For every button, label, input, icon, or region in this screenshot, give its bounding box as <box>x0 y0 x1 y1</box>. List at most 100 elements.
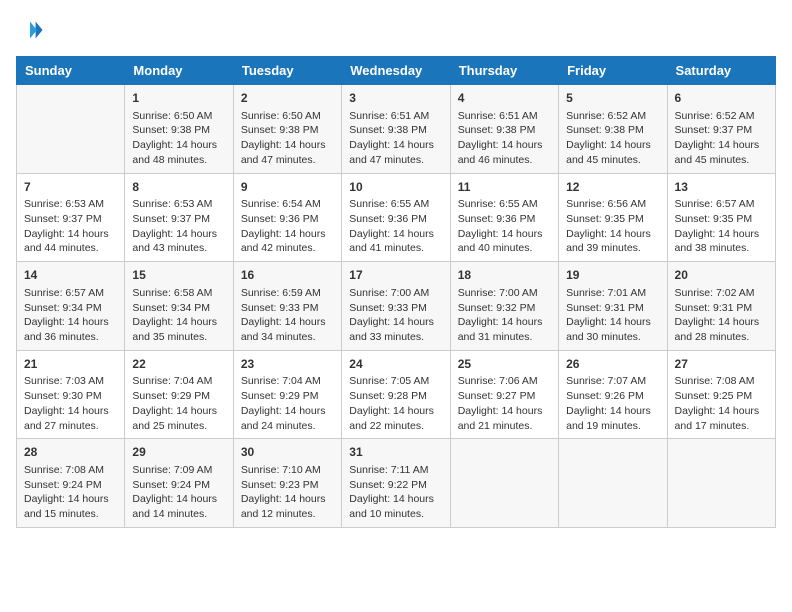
page-header <box>16 16 776 44</box>
cell-content: Sunrise: 7:05 AM Sunset: 9:28 PM Dayligh… <box>349 374 442 433</box>
day-number: 17 <box>349 267 442 284</box>
day-number: 10 <box>349 179 442 196</box>
day-of-week-header: Saturday <box>667 57 775 85</box>
calendar-cell: 24Sunrise: 7:05 AM Sunset: 9:28 PM Dayli… <box>342 350 450 439</box>
day-number: 24 <box>349 356 442 373</box>
day-number: 19 <box>566 267 659 284</box>
cell-content: Sunrise: 6:59 AM Sunset: 9:33 PM Dayligh… <box>241 286 334 345</box>
cell-content: Sunrise: 7:07 AM Sunset: 9:26 PM Dayligh… <box>566 374 659 433</box>
cell-content: Sunrise: 7:10 AM Sunset: 9:23 PM Dayligh… <box>241 463 334 522</box>
day-number: 9 <box>241 179 334 196</box>
day-number: 16 <box>241 267 334 284</box>
day-number: 6 <box>675 90 768 107</box>
calendar-cell <box>559 439 667 528</box>
calendar-cell: 7Sunrise: 6:53 AM Sunset: 9:37 PM Daylig… <box>17 173 125 262</box>
calendar-cell <box>450 439 558 528</box>
day-number: 20 <box>675 267 768 284</box>
calendar-cell: 29 Sunrise: 7:09 AM Sunset: 9:24 PM Dayli… <box>125 439 233 528</box>
day-number: 11 <box>458 179 551 196</box>
day-number: 2 <box>241 90 334 107</box>
day-number: 5 <box>566 90 659 107</box>
cell-content: Sunrise: 6:56 AM Sunset: 9:35 PM Dayligh… <box>566 197 659 256</box>
calendar-cell: 3 Sunrise: 6:51 AM Sunset: 9:38 PM Daylig… <box>342 85 450 174</box>
calendar-cell: 10Sunrise: 6:55 AM Sunset: 9:36 PM Dayli… <box>342 173 450 262</box>
calendar-cell: 5 Sunrise: 6:52 AM Sunset: 9:38 PM Daylig… <box>559 85 667 174</box>
day-number: 21 <box>24 356 117 373</box>
cell-content: Sunrise: 7:08 AM Sunset: 9:25 PM Dayligh… <box>675 374 768 433</box>
calendar-cell: 6Sunrise: 6:52 AM Sunset: 9:37 PM Daylig… <box>667 85 775 174</box>
cell-content: Sunrise: 6:53 AM Sunset: 9:37 PM Dayligh… <box>24 197 117 256</box>
calendar-cell: 17 Sunrise: 7:00 AM Sunset: 9:33 PM Dayli… <box>342 262 450 351</box>
day-of-week-header: Friday <box>559 57 667 85</box>
cell-content: Sunrise: 7:03 AM Sunset: 9:30 PM Dayligh… <box>24 374 117 433</box>
calendar-cell: 15Sunrise: 6:58 AM Sunset: 9:34 PM Dayli… <box>125 262 233 351</box>
logo <box>16 16 48 44</box>
cell-content: Sunrise: 6:50 AM Sunset: 9:38 PM Dayligh… <box>241 109 334 168</box>
day-number: 1 <box>132 90 225 107</box>
calendar-cell: 27Sunrise: 7:08 AM Sunset: 9:25 PM Dayli… <box>667 350 775 439</box>
calendar-cell: 23Sunrise: 7:04 AM Sunset: 9:29 PM Dayli… <box>233 350 341 439</box>
day-of-week-header: Sunday <box>17 57 125 85</box>
logo-icon <box>16 16 44 44</box>
day-number: 14 <box>24 267 117 284</box>
cell-content: Sunrise: 7:09 AM Sunset: 9:24 PM Dayligh… <box>132 463 225 522</box>
calendar-cell: 31 Sunrise: 7:11 AM Sunset: 9:22 PM Dayli… <box>342 439 450 528</box>
cell-content: Sunrise: 7:02 AM Sunset: 9:31 PM Dayligh… <box>675 286 768 345</box>
cell-content: Sunrise: 7:11 AM Sunset: 9:22 PM Dayligh… <box>349 463 442 522</box>
day-number: 31 <box>349 444 442 461</box>
cell-content: Sunrise: 6:50 AM Sunset: 9:38 PM Dayligh… <box>132 109 225 168</box>
cell-content: Sunrise: 6:54 AM Sunset: 9:36 PM Dayligh… <box>241 197 334 256</box>
calendar-cell <box>667 439 775 528</box>
calendar-cell: 28Sunrise: 7:08 AM Sunset: 9:24 PM Dayli… <box>17 439 125 528</box>
cell-content: Sunrise: 6:51 AM Sunset: 9:38 PM Dayligh… <box>458 109 551 168</box>
day-number: 3 <box>349 90 442 107</box>
day-of-week-header: Monday <box>125 57 233 85</box>
calendar-cell: 11Sunrise: 6:55 AM Sunset: 9:36 PM Dayli… <box>450 173 558 262</box>
calendar-cell: 19 Sunrise: 7:01 AM Sunset: 9:31 PM Dayli… <box>559 262 667 351</box>
day-number: 13 <box>675 179 768 196</box>
cell-content: Sunrise: 6:57 AM Sunset: 9:34 PM Dayligh… <box>24 286 117 345</box>
cell-content: Sunrise: 6:53 AM Sunset: 9:37 PM Dayligh… <box>132 197 225 256</box>
calendar-cell: 20 Sunrise: 7:02 AM Sunset: 9:31 PM Dayli… <box>667 262 775 351</box>
day-number: 23 <box>241 356 334 373</box>
calendar-cell: 13Sunrise: 6:57 AM Sunset: 9:35 PM Dayli… <box>667 173 775 262</box>
calendar-table: SundayMondayTuesdayWednesdayThursdayFrid… <box>16 56 776 528</box>
calendar-cell: 30Sunrise: 7:10 AM Sunset: 9:23 PM Dayli… <box>233 439 341 528</box>
calendar-week-row: 14 Sunrise: 6:57 AM Sunset: 9:34 PM Dayli… <box>17 262 776 351</box>
calendar-cell: 25Sunrise: 7:06 AM Sunset: 9:27 PM Dayli… <box>450 350 558 439</box>
day-number: 8 <box>132 179 225 196</box>
cell-content: Sunrise: 6:51 AM Sunset: 9:38 PM Dayligh… <box>349 109 442 168</box>
cell-content: Sunrise: 6:55 AM Sunset: 9:36 PM Dayligh… <box>349 197 442 256</box>
calendar-cell: 2 Sunrise: 6:50 AM Sunset: 9:38 PM Daylig… <box>233 85 341 174</box>
day-of-week-header: Thursday <box>450 57 558 85</box>
day-number: 15 <box>132 267 225 284</box>
day-number: 27 <box>675 356 768 373</box>
calendar-cell: 18Sunrise: 7:00 AM Sunset: 9:32 PM Dayli… <box>450 262 558 351</box>
calendar-cell: 22Sunrise: 7:04 AM Sunset: 9:29 PM Dayli… <box>125 350 233 439</box>
calendar-cell: 4Sunrise: 6:51 AM Sunset: 9:38 PM Daylig… <box>450 85 558 174</box>
calendar-cell: 21Sunrise: 7:03 AM Sunset: 9:30 PM Dayli… <box>17 350 125 439</box>
calendar-week-row: 21Sunrise: 7:03 AM Sunset: 9:30 PM Dayli… <box>17 350 776 439</box>
day-number: 26 <box>566 356 659 373</box>
calendar-week-row: 1 Sunrise: 6:50 AM Sunset: 9:38 PM Daylig… <box>17 85 776 174</box>
cell-content: Sunrise: 7:01 AM Sunset: 9:31 PM Dayligh… <box>566 286 659 345</box>
calendar-week-row: 28Sunrise: 7:08 AM Sunset: 9:24 PM Dayli… <box>17 439 776 528</box>
calendar-cell <box>17 85 125 174</box>
cell-content: Sunrise: 6:55 AM Sunset: 9:36 PM Dayligh… <box>458 197 551 256</box>
cell-content: Sunrise: 7:00 AM Sunset: 9:33 PM Dayligh… <box>349 286 442 345</box>
day-number: 29 <box>132 444 225 461</box>
cell-content: Sunrise: 7:08 AM Sunset: 9:24 PM Dayligh… <box>24 463 117 522</box>
calendar-header-row: SundayMondayTuesdayWednesdayThursdayFrid… <box>17 57 776 85</box>
cell-content: Sunrise: 7:04 AM Sunset: 9:29 PM Dayligh… <box>241 374 334 433</box>
calendar-cell: 16 Sunrise: 6:59 AM Sunset: 9:33 PM Dayli… <box>233 262 341 351</box>
day-number: 7 <box>24 179 117 196</box>
day-number: 12 <box>566 179 659 196</box>
cell-content: Sunrise: 6:52 AM Sunset: 9:38 PM Dayligh… <box>566 109 659 168</box>
day-of-week-header: Wednesday <box>342 57 450 85</box>
cell-content: Sunrise: 6:57 AM Sunset: 9:35 PM Dayligh… <box>675 197 768 256</box>
day-of-week-header: Tuesday <box>233 57 341 85</box>
cell-content: Sunrise: 7:04 AM Sunset: 9:29 PM Dayligh… <box>132 374 225 433</box>
calendar-cell: 8Sunrise: 6:53 AM Sunset: 9:37 PM Daylig… <box>125 173 233 262</box>
day-number: 22 <box>132 356 225 373</box>
calendar-week-row: 7Sunrise: 6:53 AM Sunset: 9:37 PM Daylig… <box>17 173 776 262</box>
